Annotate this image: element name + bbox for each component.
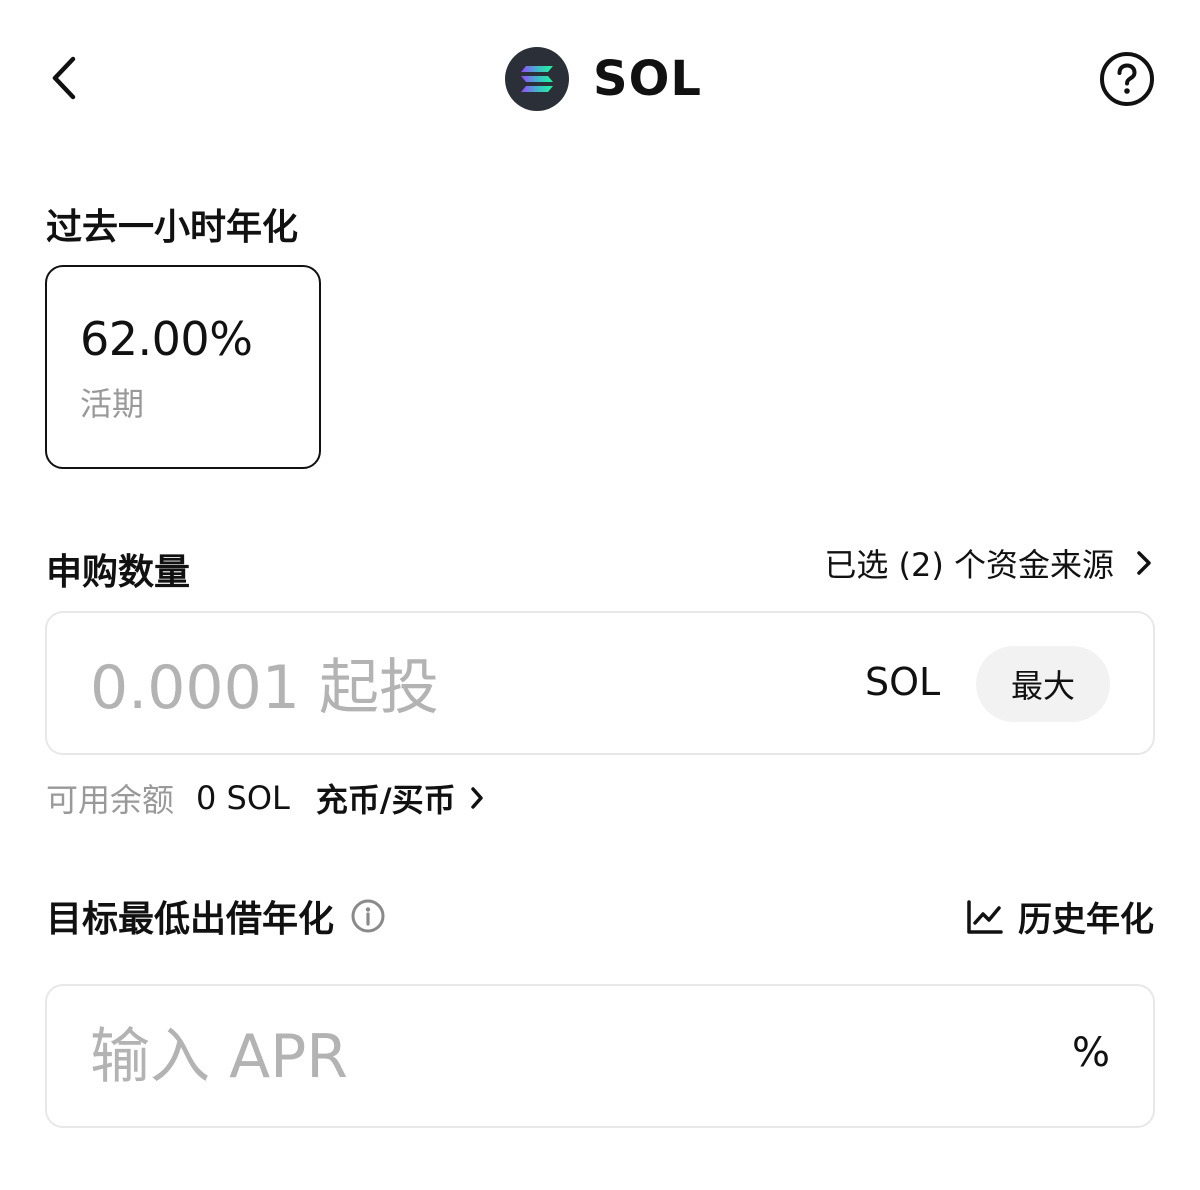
apr-input[interactable] [90, 1017, 890, 1097]
amount-unit: SOL [865, 660, 941, 704]
target-apr-header: 目标最低出借年化 [46, 890, 386, 942]
subscribe-amount-label: 申购数量 [46, 552, 191, 593]
balance-label: 可用余额 [46, 781, 175, 819]
back-chevron-icon [52, 56, 76, 100]
page-title: SOL [593, 51, 702, 107]
deposit-buy-text: 充币/买币 [315, 781, 456, 819]
chevron-right-icon [470, 786, 484, 810]
apr-option-card[interactable]: 62.00% 活期 [45, 265, 321, 469]
history-apr-text: 历史年化 [1018, 900, 1154, 940]
chevron-right-icon [1136, 550, 1152, 576]
solana-logo-icon [505, 47, 569, 111]
back-button[interactable] [40, 48, 88, 108]
help-circle-icon [1100, 52, 1154, 106]
info-icon[interactable] [350, 898, 386, 934]
apr-value: 62.00% [80, 312, 253, 366]
deposit-buy-link[interactable]: 充币/买币 [316, 775, 484, 821]
apr-section-label: 过去一小时年化 [46, 207, 299, 248]
apr-unit: % [1072, 1030, 1111, 1076]
balance-row: 可用余额 0 SOL 充币/买币 [46, 775, 484, 821]
apr-type-label: 活期 [80, 385, 145, 423]
target-apr-label: 目标最低出借年化 [46, 899, 335, 940]
max-button[interactable]: 最大 [976, 646, 1110, 722]
page-header-title: SOL [505, 44, 702, 114]
help-button[interactable] [1098, 50, 1156, 108]
fund-sources-text: 已选 (2) 个资金来源 [824, 546, 1114, 584]
fund-sources-link[interactable]: 已选 (2) 个资金来源 [824, 540, 1152, 586]
line-chart-icon [966, 899, 1004, 935]
balance-value: 0 SOL [196, 779, 290, 817]
history-apr-link[interactable]: 历史年化 [966, 892, 1154, 941]
amount-input[interactable] [90, 648, 790, 728]
